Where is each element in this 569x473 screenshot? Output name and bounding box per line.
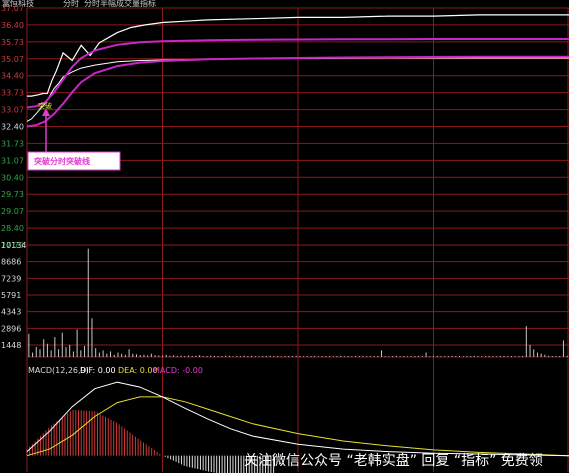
price-tick-label: 33.07 [1, 106, 24, 115]
volume-tick-label: 8686 [1, 258, 21, 267]
price-tick-label: 29.07 [1, 207, 24, 216]
price-tick-label: 36.40 [1, 21, 24, 30]
price-tick-label: 30.40 [1, 173, 24, 182]
breakout-marker: 突破 [38, 101, 52, 110]
header-bar: 富恒科技 分时 分时半幅 成交量 指标 [2, 0, 156, 8]
macd-legend-label: MACD: -0.00 [153, 366, 203, 375]
header-item: 指标 [140, 0, 156, 8]
volume-tick-label: 10134 [1, 241, 26, 250]
intraday-chart: 富恒科技 分时 分时半幅 成交量 指标 37.07 36.40 35.73 35.07 34.4… [1, 0, 569, 473]
header-item: 成交量 [116, 0, 140, 8]
price-tick-label: 33.73 [1, 89, 24, 98]
price-tick-label: 35.73 [1, 38, 24, 47]
header-item: 分时 [63, 0, 79, 8]
volume-tick-label: 5791 [1, 291, 21, 300]
price-tick-label: 37.07 [1, 4, 24, 13]
price-tick-label: 31.73 [1, 139, 24, 148]
macd-legend-label: DEA: 0.00 [118, 366, 158, 375]
watermark-text: 关注微信公众号 “老韩实盘” 回复 “指标” 免费领 [244, 452, 543, 469]
callout-label: 突破分时突破线 [34, 156, 90, 166]
header-item: 分时半幅 [84, 0, 116, 8]
price-tick-label: 35.07 [1, 55, 24, 64]
volume-tick-label: 1448 [1, 341, 21, 350]
price-tick-label: 28.40 [1, 224, 24, 233]
breakout-callout: 突破分时突破线 突破 [27, 101, 121, 171]
price-tick-label: 31.07 [1, 156, 24, 165]
price-tick-label: 32.40 [1, 123, 24, 132]
price-tick-label: 29.73 [1, 190, 24, 199]
volume-tick-label: 2896 [1, 324, 21, 333]
volume-panel: 10134 8686 7239 5791 4343 2896 1448 [1, 241, 569, 358]
price-panel: 37.07 36.40 35.73 35.07 34.40 33.73 33.07 32.40… [1, 4, 569, 472]
volume-tick-label: 4343 [1, 308, 21, 317]
macd-legend-label: DIF: 0.00 [80, 366, 116, 375]
price-tick-label: 34.40 [1, 72, 24, 81]
volume-tick-label: 7239 [1, 274, 21, 283]
